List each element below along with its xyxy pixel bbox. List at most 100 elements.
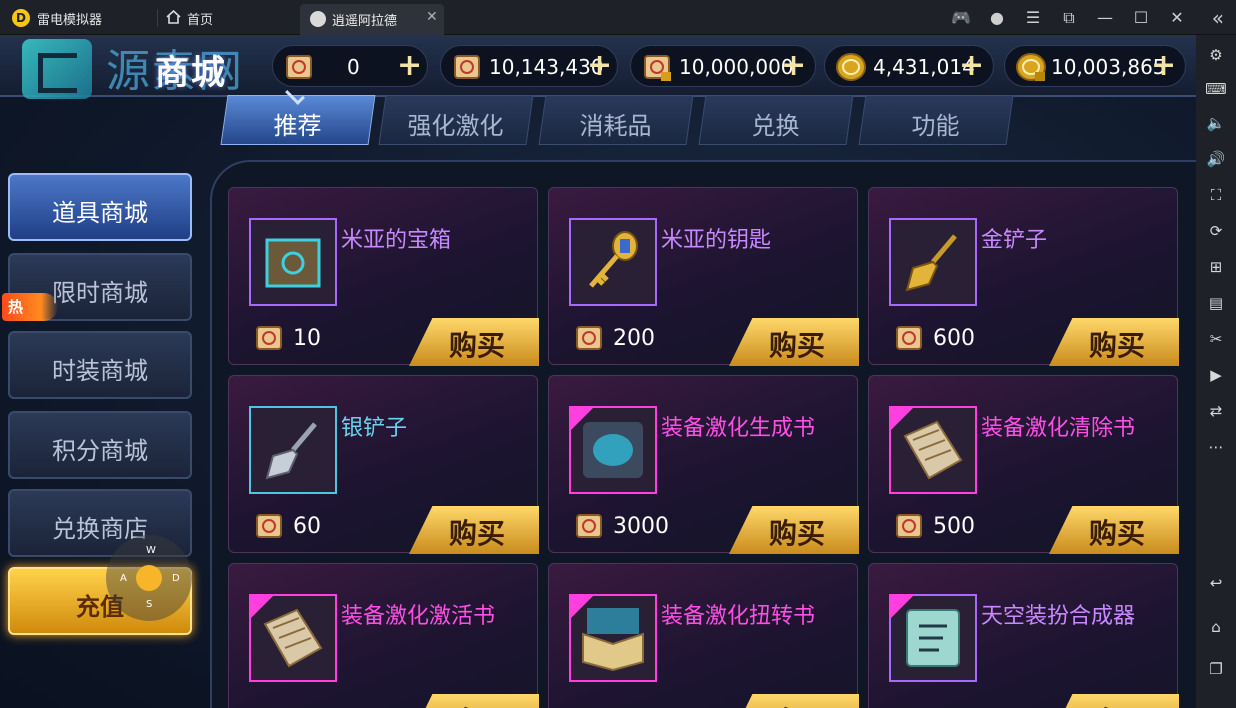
close-tab-icon[interactable]: ✕ bbox=[426, 9, 438, 25]
collapse-sidebar-icon[interactable]: « bbox=[1212, 6, 1224, 30]
item-name: 装备激化清除书 bbox=[981, 416, 1136, 441]
locked-scroll-icon bbox=[644, 55, 671, 81]
buy-button[interactable]: 购买 bbox=[729, 506, 859, 554]
item-price: 600 bbox=[933, 326, 975, 351]
scroll-icon bbox=[896, 326, 922, 350]
tab-consumables[interactable]: 消耗品 bbox=[538, 95, 694, 145]
key-w: W bbox=[146, 545, 156, 556]
gold-coin-icon bbox=[836, 53, 866, 81]
item-card[interactable]: 装备激化清除书 500 购买 bbox=[868, 375, 1179, 554]
shop-title: 商城 bbox=[155, 53, 227, 93]
home-tab[interactable]: 首页 bbox=[187, 9, 213, 28]
buy-button[interactable]: 购买 bbox=[1049, 506, 1179, 554]
add-currency-button[interactable]: + bbox=[397, 48, 422, 84]
item-card[interactable]: 米亚的钥匙 200 购买 bbox=[548, 187, 859, 366]
nav-item-shop[interactable]: 道具商城 bbox=[8, 173, 192, 241]
shop-emblem-icon bbox=[22, 39, 92, 99]
currency-0: 0 + bbox=[272, 45, 428, 87]
tab-game-label: 逍遥阿拉德 bbox=[332, 14, 398, 29]
tab-function[interactable]: 功能 bbox=[858, 95, 1014, 145]
nav-item-points[interactable]: 积分商城 bbox=[8, 411, 192, 479]
keyboard-icon[interactable]: ⌨ bbox=[1204, 77, 1228, 101]
gamepad-icon[interactable]: 🎮 bbox=[950, 7, 972, 29]
currency-value: 10,003,865 bbox=[1051, 55, 1166, 79]
add-currency-button[interactable]: + bbox=[781, 48, 806, 84]
scissors-icon[interactable]: ✂ bbox=[1204, 327, 1228, 351]
window-pin-icon[interactable]: ⧉ bbox=[1058, 7, 1080, 29]
buy-button[interactable]: 购买 bbox=[409, 694, 539, 708]
shop-topbar: 源素网 商城 0 + 10,143,430 + 10,000,000 + 4,4… bbox=[0, 35, 1196, 99]
tab-exchange[interactable]: 兑换 bbox=[698, 95, 854, 145]
item-card[interactable]: 装备激化激活书 购买 bbox=[228, 563, 539, 708]
item-card[interactable]: 天空装扮合成器 购买 bbox=[868, 563, 1179, 708]
item-card[interactable]: 米亚的宝箱 10 购买 bbox=[228, 187, 539, 366]
buy-button[interactable]: 购买 bbox=[1049, 318, 1179, 366]
item-icon-frame bbox=[249, 406, 337, 494]
home-icon[interactable] bbox=[166, 10, 181, 24]
app-name: 雷电模拟器 bbox=[37, 13, 103, 28]
recent-apps-icon[interactable]: ❐ bbox=[1204, 657, 1228, 681]
add-currency-button[interactable]: + bbox=[1151, 48, 1176, 84]
currency-value: 0 bbox=[347, 55, 360, 79]
close-icon[interactable]: ✕ bbox=[1166, 7, 1188, 29]
locked-gold-coin-icon bbox=[1016, 53, 1046, 81]
tab-game[interactable]: 逍遥阿拉德 ✕ bbox=[300, 4, 444, 35]
item-name: 米亚的宝箱 bbox=[341, 228, 452, 253]
item-name: 装备激化激活书 bbox=[341, 604, 496, 629]
joystick-knob[interactable] bbox=[136, 565, 162, 591]
item-card[interactable]: 银铲子 60 购买 bbox=[228, 375, 539, 554]
hot-badge: 热 bbox=[2, 293, 58, 321]
buy-button[interactable]: 购买 bbox=[729, 694, 859, 708]
buy-button[interactable]: 购买 bbox=[409, 506, 539, 554]
nav-item-fashion[interactable]: 时装商城 bbox=[8, 331, 192, 399]
item-price: 10 bbox=[293, 326, 321, 351]
item-name: 米亚的钥匙 bbox=[661, 228, 772, 253]
buy-button[interactable]: 购买 bbox=[409, 318, 539, 366]
silver-shovel-icon bbox=[265, 422, 317, 480]
scroll-icon bbox=[576, 514, 602, 538]
treasure-chest-icon bbox=[265, 238, 321, 288]
menu-icon[interactable]: ☰ bbox=[1022, 7, 1044, 29]
item-card[interactable]: 金铲子 600 购买 bbox=[868, 187, 1179, 366]
back-icon[interactable]: ↩ bbox=[1204, 571, 1228, 595]
sync-icon[interactable]: ⇄ bbox=[1204, 399, 1228, 423]
key-icon bbox=[589, 231, 638, 288]
item-card[interactable]: 装备激化扭转书 购买 bbox=[548, 563, 859, 708]
currency-3: 4,431,014 + bbox=[824, 45, 994, 87]
currency-2: 10,000,000 + bbox=[630, 45, 816, 87]
scroll-icon bbox=[256, 514, 282, 538]
scroll-icon bbox=[896, 514, 922, 538]
avatar-icon[interactable]: ● bbox=[986, 7, 1008, 29]
add-currency-button[interactable]: + bbox=[587, 48, 612, 84]
minimize-icon[interactable]: — bbox=[1094, 7, 1116, 29]
currency-1: 10,143,430 + bbox=[440, 45, 618, 87]
maximize-icon[interactable]: ☐ bbox=[1130, 7, 1152, 29]
item-price: 500 bbox=[933, 514, 975, 539]
volume-up-icon[interactable]: 🔊 bbox=[1204, 147, 1228, 171]
item-price: 200 bbox=[613, 326, 655, 351]
add-currency-button[interactable]: + bbox=[959, 48, 984, 84]
apk-install-icon[interactable]: ▤ bbox=[1204, 291, 1228, 315]
volume-down-icon[interactable]: 🔈 bbox=[1204, 111, 1228, 135]
item-panel: 米亚的宝箱 10 购买 米亚的钥匙 200 购买 金铲子 600 购买 银铲子 … bbox=[210, 160, 1196, 708]
multi-instance-icon[interactable]: ⊞ bbox=[1204, 255, 1228, 279]
item-card[interactable]: 装备激化生成书 3000 购买 bbox=[548, 375, 859, 554]
item-price: 3000 bbox=[613, 514, 669, 539]
buy-button[interactable]: 购买 bbox=[729, 318, 859, 366]
rotate-icon[interactable]: ⟳ bbox=[1204, 219, 1228, 243]
tab-enhance[interactable]: 强化激化 bbox=[378, 95, 534, 145]
key-a: A bbox=[120, 573, 127, 584]
emulator-toolbar: ⚙ ⌨ 🔈 🔊 ⛶ ⟳ ⊞ ▤ ✂ ▶ ⇄ ⋯ ↩ ⌂ ❐ bbox=[1196, 35, 1236, 708]
video-record-icon[interactable]: ▶ bbox=[1204, 363, 1228, 387]
screenshot-icon[interactable]: ⛶ bbox=[1204, 183, 1228, 207]
currency-4: 10,003,865 + bbox=[1004, 45, 1186, 87]
android-home-icon[interactable]: ⌂ bbox=[1204, 615, 1228, 639]
emulator-titlebar: D 雷电模拟器 首页 逍遥阿拉德 ✕ 🎮 ● ☰ ⧉ — ☐ ✕ « bbox=[0, 0, 1236, 35]
wasd-joystick[interactable]: W A D S bbox=[106, 535, 192, 621]
item-name: 天空装扮合成器 bbox=[981, 604, 1136, 629]
item-name: 装备激化生成书 bbox=[661, 416, 816, 441]
buy-button[interactable]: 购买 bbox=[1049, 694, 1179, 708]
more-icon[interactable]: ⋯ bbox=[1204, 435, 1228, 459]
settings-gear-icon[interactable]: ⚙ bbox=[1204, 43, 1228, 67]
scroll-book-icon bbox=[903, 420, 963, 480]
